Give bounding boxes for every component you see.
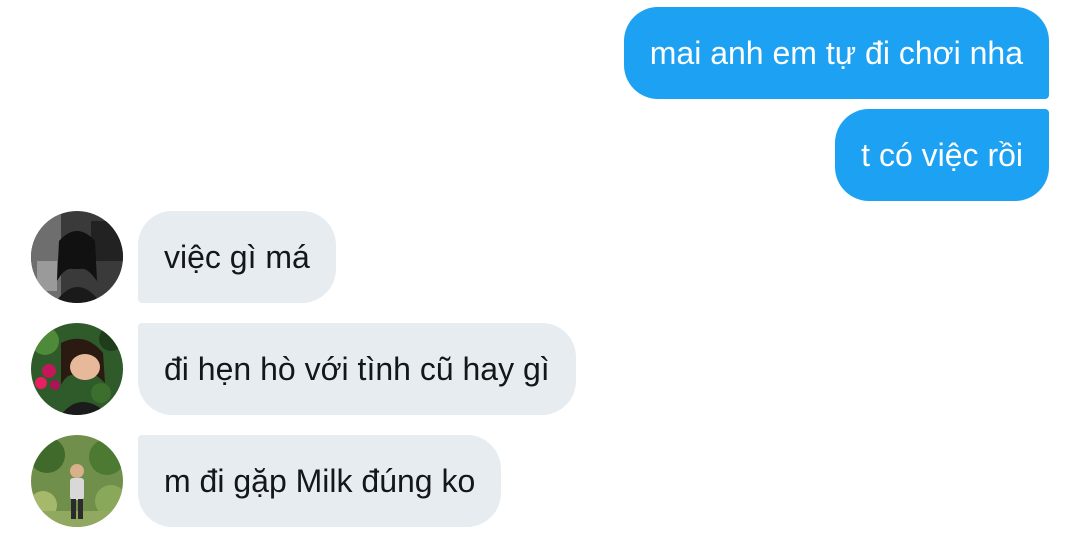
sent-message-bubble[interactable]: mai anh em tự đi chơi nha [623, 7, 1049, 99]
sent-message-bubble[interactable]: t có việc rồi [835, 109, 1049, 201]
avatar-garden-image [31, 435, 123, 527]
received-message-bubble[interactable]: m đi gặp Milk đúng ko [138, 435, 502, 527]
avatar-bw-image [31, 211, 123, 303]
user-avatar-garden-photo[interactable] [31, 435, 123, 527]
received-message-bubble[interactable]: việc gì má [138, 211, 336, 303]
user-avatar-flower-photo[interactable] [31, 323, 123, 415]
chat-conversation: mai anh em tự đi chơi nha t có việc rồi … [0, 0, 1080, 538]
user-avatar-bw-photo[interactable] [31, 211, 123, 303]
avatar-flower-image [31, 323, 123, 415]
received-message-bubble[interactable]: đi hẹn hò với tình cũ hay gì [138, 323, 576, 415]
